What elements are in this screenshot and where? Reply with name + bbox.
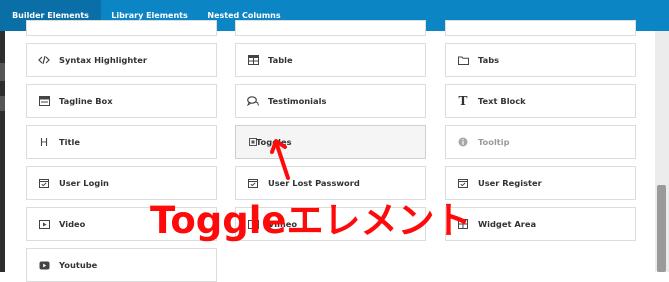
scrollbar-thumb[interactable] [657,185,666,272]
element-label: Tagline Box [59,96,113,106]
folder-icon [457,54,469,66]
element-card-text-block[interactable]: T Text Block [445,84,636,118]
element-label: Youtube [59,260,98,270]
element-card-youtube[interactable]: Youtube [26,248,217,282]
video-icon [38,218,50,230]
element-card-tabs[interactable]: Tabs [445,43,636,77]
calendar-check-icon [38,177,50,189]
heading-h-icon: H [39,135,49,149]
element-card-table[interactable]: Table [235,43,426,77]
element-card-tooltip[interactable]: Tooltip [445,125,636,159]
element-label: Widget Area [478,219,537,229]
annotation-arrow [270,139,290,180]
element-card-user-register[interactable]: User Register [445,166,636,200]
calendar-check-icon [247,177,259,189]
calendar-check-icon [457,177,469,189]
left-edge-marker [0,96,5,111]
left-edge-marker [0,63,5,81]
youtube-icon [38,259,50,271]
element-card-title[interactable]: H Title [26,125,217,159]
text-t-icon: T [458,94,468,108]
element-card-partial[interactable] [235,20,426,36]
element-label: Syntax Highlighter [59,55,147,65]
info-circle-icon [457,136,469,148]
code-icon [38,54,50,66]
element-label: Testimonials [268,96,327,106]
element-label: Title [59,137,80,147]
annotation-label: Toggleエレメント [150,199,472,242]
element-label: Tabs [478,55,500,65]
element-label: Text Block [478,96,526,106]
element-card-partial[interactable] [26,20,217,36]
tagline-box-icon [38,95,50,107]
element-card-widget-area[interactable]: Widget Area [445,207,636,241]
element-label: User Login [59,178,109,188]
element-label: Tooltip [478,137,510,147]
element-card-toggles[interactable]: Toggles [235,125,426,159]
speech-bubbles-icon [247,95,259,107]
element-card-tagline-box[interactable]: Tagline Box [26,84,217,118]
element-card-syntax-highlighter[interactable]: Syntax Highlighter [26,43,217,77]
element-card-testimonials[interactable]: Testimonials [235,84,426,118]
element-label: User Register [478,178,542,188]
element-label: Video [59,219,86,229]
table-icon [247,54,259,66]
element-card-partial[interactable] [445,20,636,36]
element-label: Table [268,55,293,65]
